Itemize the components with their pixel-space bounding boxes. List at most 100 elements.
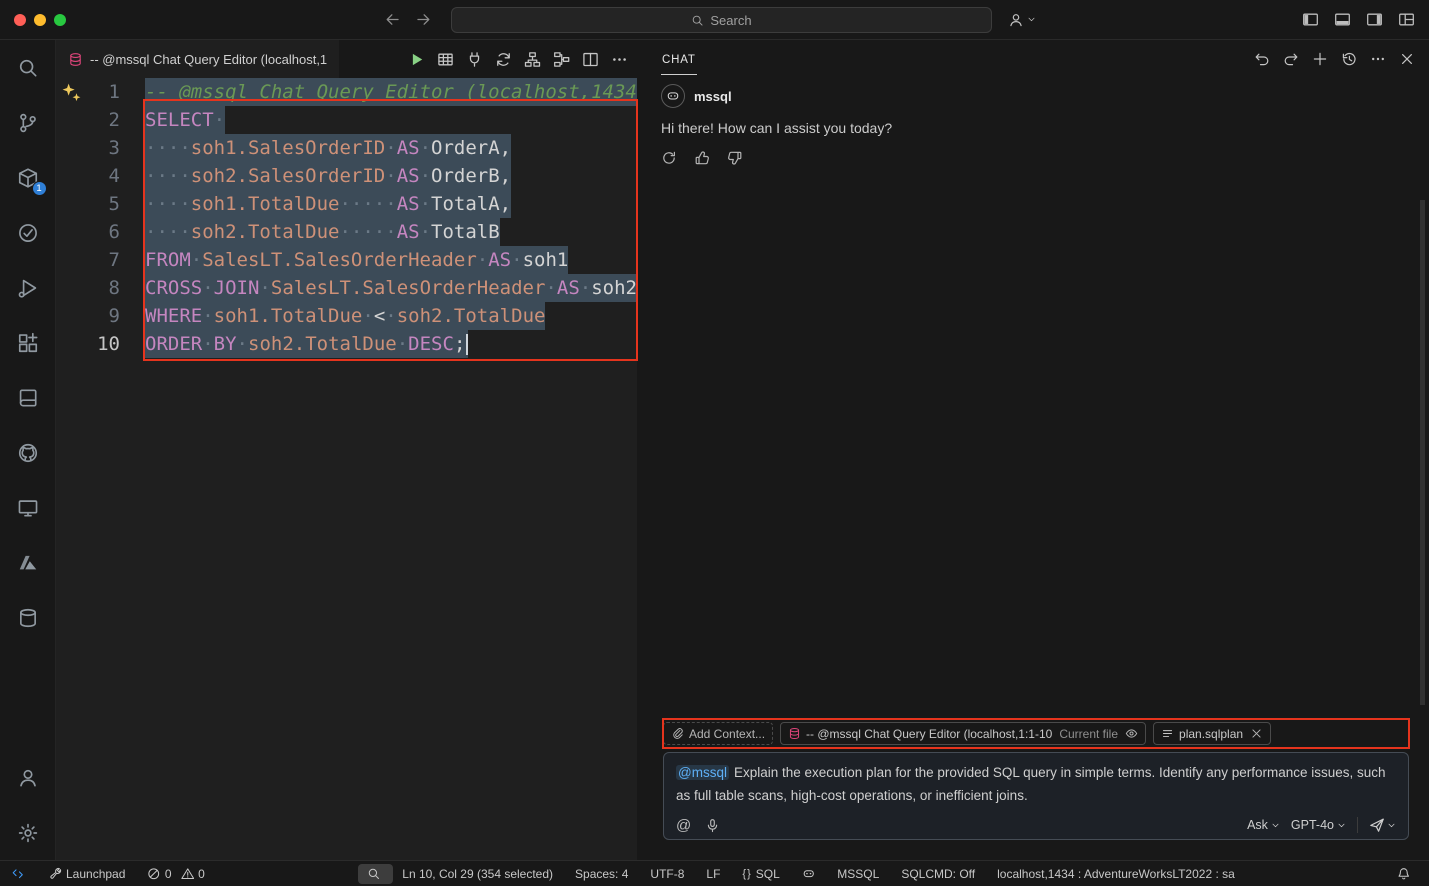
database-file-icon	[68, 52, 83, 67]
query-plan-button[interactable]	[553, 51, 570, 68]
language-mode[interactable]: {}SQL	[733, 861, 792, 886]
editor-line-7[interactable]: 7FROM·SalesLT.SalesOrderHeader·AS·soh1	[56, 246, 637, 274]
chat-message-text: Hi there! How can I assist you today?	[661, 120, 1409, 136]
chat-input-area: Add Context... -- @mssql Chat Query Edito…	[637, 719, 1429, 860]
activity-run-and-debug[interactable]	[0, 260, 56, 315]
connect-button[interactable]	[466, 51, 483, 68]
microphone-icon[interactable]	[705, 818, 720, 833]
results-grid-button[interactable]	[437, 51, 454, 68]
tab-chat[interactable]: CHAT	[661, 43, 697, 75]
activity-github[interactable]	[0, 425, 56, 480]
estimated-plan-button[interactable]	[495, 51, 512, 68]
model-picker-dropdown[interactable]: GPT-4o	[1291, 818, 1346, 832]
editor-line-1[interactable]: 1-- @mssql Chat Query Editor (localhost,…	[56, 78, 637, 106]
activity-search[interactable]	[0, 40, 56, 95]
chat-prompt-text: Explain the execution plan for the provi…	[676, 765, 1386, 803]
account-menu-button[interactable]	[1008, 0, 1036, 39]
editor-tab[interactable]: -- @mssql Chat Query Editor (localhost,1	[56, 40, 339, 78]
remote-indicator[interactable]	[0, 861, 40, 886]
schema-compare-button[interactable]	[524, 51, 541, 68]
chat-mode-dropdown[interactable]: Ask	[1247, 818, 1280, 832]
chat-input[interactable]: @mssqlExplain the execution plan for the…	[663, 752, 1409, 840]
send-button[interactable]	[1369, 817, 1396, 833]
line-number: 4	[56, 162, 135, 190]
history-back-button[interactable]	[384, 11, 401, 28]
editor-line-6[interactable]: 6····soh2.TotalDue·····AS·TotalB	[56, 218, 637, 246]
plan-file-context-chip[interactable]: plan.sqlplan	[1153, 722, 1271, 745]
encoding[interactable]: UTF-8	[641, 861, 697, 886]
sqlcmd-mode[interactable]: SQLCMD: Off	[892, 861, 988, 886]
activity-settings[interactable]	[0, 805, 56, 860]
eol[interactable]: LF	[697, 861, 733, 886]
command-center-search[interactable]: Search	[451, 7, 992, 33]
run-query-button[interactable]	[408, 51, 425, 68]
minimize-window-button[interactable]	[34, 14, 46, 26]
editor-line-2[interactable]: 2SELECT·	[56, 106, 637, 134]
close-chat-button[interactable]	[1399, 51, 1415, 67]
notifications-bell[interactable]	[1388, 861, 1424, 886]
add-context-button[interactable]: Add Context...	[663, 722, 773, 745]
activity-extensions[interactable]	[0, 315, 56, 370]
launchpad[interactable]: Launchpad	[40, 861, 139, 886]
split-editor-button[interactable]	[582, 51, 599, 68]
chat-panel: CHAT mssql Hi there! How can I assist yo…	[637, 40, 1429, 860]
toggle-panel-button[interactable]	[1334, 11, 1351, 28]
toggle-secondary-sidebar-button[interactable]	[1366, 11, 1383, 28]
activity-sql-server-objects[interactable]: 1	[0, 150, 56, 205]
close-window-button[interactable]	[14, 14, 26, 26]
new-chat-button[interactable]	[1312, 51, 1328, 67]
chevron-down-icon	[1337, 821, 1346, 830]
eye-icon[interactable]	[1125, 727, 1138, 740]
activity-azure[interactable]	[0, 535, 56, 590]
copilot-sparkle-icon[interactable]	[61, 82, 82, 103]
account-icon	[1008, 12, 1024, 28]
regenerate-button[interactable]	[661, 150, 677, 166]
editor-line-4[interactable]: 4····soh2.SalesOrderID·AS·OrderB,	[56, 162, 637, 190]
toggle-primary-sidebar-button[interactable]	[1302, 11, 1319, 28]
problems[interactable]: 00	[138, 861, 217, 886]
indentation[interactable]: Spaces: 4	[566, 861, 641, 886]
line-number: 3	[56, 134, 135, 162]
helpful-button[interactable]	[694, 150, 710, 166]
unhelpful-button[interactable]	[727, 150, 743, 166]
history-forward-button[interactable]	[415, 11, 432, 28]
activity-accounts[interactable]	[0, 750, 56, 805]
chat-scrollbar[interactable]	[1420, 200, 1425, 705]
customize-layout-button[interactable]	[1398, 11, 1415, 28]
editor-group: -- @mssql Chat Query Editor (localhost,1…	[56, 40, 637, 860]
zoom-window-button[interactable]	[54, 14, 66, 26]
attach-context-icon[interactable]: @	[676, 818, 691, 833]
activity-remote-explorer[interactable]	[0, 480, 56, 535]
redo-button[interactable]	[1283, 51, 1299, 67]
workbench: 1 -- @mssql Chat Query Editor (localhost…	[0, 40, 1429, 860]
cursor-position[interactable]: Ln 10, Col 29 (354 selected)	[393, 861, 566, 886]
editor-line-8[interactable]: 8CROSS·JOIN·SalesLT.SalesOrderHeader·AS·…	[56, 274, 637, 302]
copilot-status[interactable]	[793, 861, 829, 886]
code-editor[interactable]: 1-- @mssql Chat Query Editor (localhost,…	[56, 78, 637, 860]
more-button[interactable]	[1370, 51, 1386, 67]
zoom-indicator[interactable]	[358, 864, 394, 884]
mssql-provider[interactable]: MSSQL	[828, 861, 892, 886]
mssql-mention-chip[interactable]: @mssql	[676, 765, 729, 780]
editor-line-10[interactable]: 10ORDER·BY·soh2.TotalDue·DESC;	[56, 330, 637, 358]
activity-database-projects[interactable]	[0, 590, 56, 645]
chip-label: -- @mssql Chat Query Editor (localhost,1…	[806, 727, 1052, 741]
activity-notebooks[interactable]	[0, 370, 56, 425]
more-actions-button[interactable]	[611, 51, 628, 68]
current-file-context-chip[interactable]: -- @mssql Chat Query Editor (localhost,1…	[780, 722, 1146, 745]
connection-status[interactable]: localhost,1434 : AdventureWorksLT2022 : …	[988, 861, 1248, 886]
editor-line-5[interactable]: 5····soh1.TotalDue·····AS·TotalA,	[56, 190, 637, 218]
status-bar: Launchpad00Ln 10, Col 29 (354 selected)S…	[0, 860, 1429, 886]
chat-input-text[interactable]: @mssqlExplain the execution plan for the…	[676, 761, 1396, 812]
show-chats-button[interactable]	[1341, 51, 1357, 67]
activity-source-control[interactable]	[0, 95, 56, 150]
editor-tab-bar: -- @mssql Chat Query Editor (localhost,1	[56, 40, 637, 78]
editor-line-9[interactable]: 9WHERE·soh1.TotalDue·<·soh2.TotalDue	[56, 302, 637, 330]
editor-line-3[interactable]: 3····soh1.SalesOrderID·AS·OrderA,	[56, 134, 637, 162]
line-number: 6	[56, 218, 135, 246]
activity-testing[interactable]	[0, 205, 56, 260]
window-controls	[14, 14, 66, 26]
undo-button[interactable]	[1254, 51, 1270, 67]
database-icon	[788, 727, 801, 740]
close-icon[interactable]	[1250, 727, 1263, 740]
